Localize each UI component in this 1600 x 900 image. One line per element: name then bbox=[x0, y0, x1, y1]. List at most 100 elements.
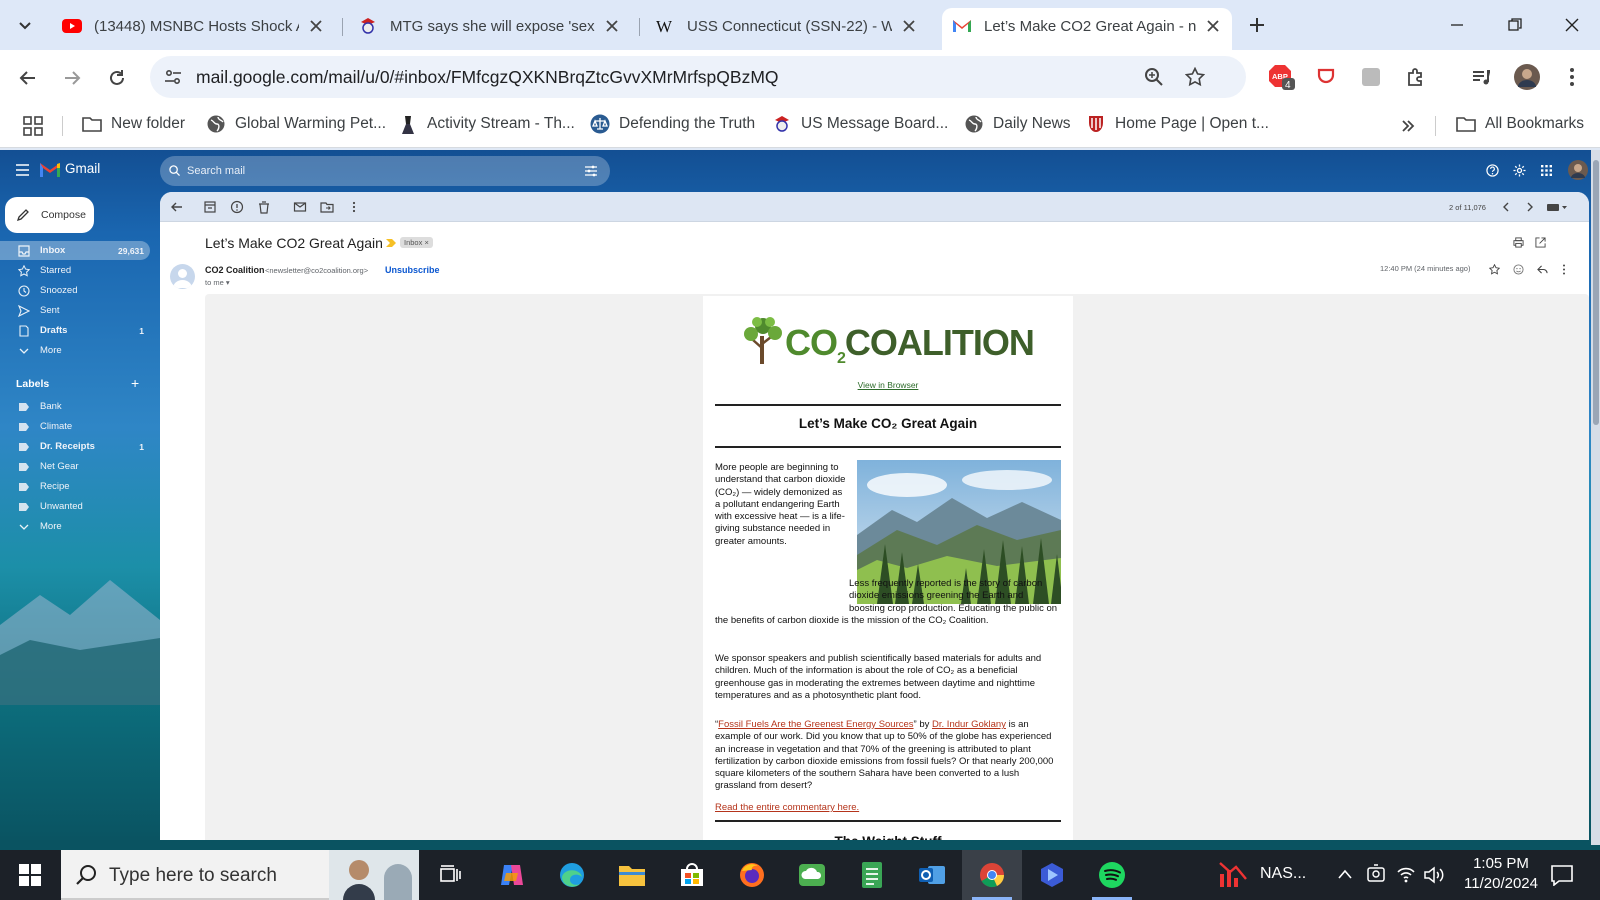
search-mail-input[interactable]: Search mail bbox=[160, 156, 610, 186]
bookmark-activity-stream[interactable]: Activity Stream - Th... bbox=[398, 114, 575, 134]
label-dr-receipts[interactable]: Dr. Receipts 1 bbox=[0, 437, 150, 456]
tab-search-button[interactable] bbox=[10, 10, 40, 40]
reply-icon[interactable] bbox=[1537, 264, 1548, 275]
label-climate[interactable]: Climate bbox=[0, 417, 150, 436]
wifi-icon[interactable] bbox=[1396, 865, 1416, 883]
taskbar-outlook[interactable] bbox=[902, 850, 962, 900]
taskbar-notes-app[interactable] bbox=[842, 850, 902, 900]
media-control-button[interactable] bbox=[1466, 62, 1496, 92]
browser-menu-button[interactable] bbox=[1557, 62, 1587, 92]
archive-icon[interactable] bbox=[203, 200, 217, 214]
bookmark-us-message-board[interactable]: US Message Board... bbox=[772, 114, 948, 134]
nav-more[interactable]: More bbox=[0, 341, 150, 360]
bookmark-global-warming[interactable]: Global Warming Pet... bbox=[206, 114, 386, 134]
notifications-icon[interactable] bbox=[1550, 864, 1574, 886]
delete-icon[interactable] bbox=[257, 200, 271, 214]
taskbar-stock-widget[interactable]: NAS... bbox=[1218, 860, 1306, 888]
bookmark-star-icon[interactable] bbox=[1185, 67, 1205, 87]
task-view-button[interactable] bbox=[420, 850, 480, 900]
profile-avatar[interactable] bbox=[1512, 62, 1542, 92]
hamburger-menu-icon[interactable] bbox=[16, 164, 29, 176]
print-icon[interactable] bbox=[1513, 237, 1524, 248]
nav-starred[interactable]: Starred bbox=[0, 261, 150, 280]
adblock-extension[interactable]: ABP 4 bbox=[1266, 62, 1296, 92]
read-commentary-link[interactable]: Read the entire commentary here. bbox=[715, 802, 859, 814]
extensions-button[interactable] bbox=[1401, 62, 1431, 92]
site-settings-icon[interactable] bbox=[164, 68, 182, 86]
unsubscribe-link[interactable]: Unsubscribe bbox=[385, 265, 440, 275]
taskbar-blue-app[interactable] bbox=[1022, 850, 1082, 900]
label-unwanted[interactable]: Unwanted bbox=[0, 497, 150, 516]
close-icon[interactable] bbox=[307, 17, 325, 35]
taskbar-copilot[interactable] bbox=[482, 850, 542, 900]
nav-drafts[interactable]: Drafts 1 bbox=[0, 321, 150, 340]
new-tab-button[interactable] bbox=[1242, 10, 1272, 40]
reload-button[interactable] bbox=[101, 62, 133, 94]
settings-gear-icon[interactable] bbox=[1513, 164, 1526, 177]
start-button[interactable] bbox=[0, 850, 60, 900]
emoji-react-icon[interactable] bbox=[1513, 264, 1524, 275]
restore-button[interactable] bbox=[1500, 10, 1530, 40]
report-spam-icon[interactable] bbox=[230, 200, 244, 214]
back-arrow-icon[interactable] bbox=[170, 200, 184, 214]
more-vertical-icon[interactable] bbox=[347, 200, 361, 214]
chevron-double-right-icon[interactable] bbox=[1400, 118, 1416, 134]
star-icon[interactable] bbox=[1489, 264, 1500, 275]
gray-extension[interactable] bbox=[1356, 62, 1386, 92]
labels-more[interactable]: More bbox=[0, 517, 150, 536]
inbox-label-chip[interactable]: Inbox × bbox=[400, 237, 433, 248]
apps-grid-icon[interactable] bbox=[23, 116, 43, 136]
add-label-button[interactable]: + bbox=[131, 375, 139, 391]
all-bookmarks-button[interactable]: All Bookmarks bbox=[1456, 114, 1584, 134]
close-icon[interactable] bbox=[900, 17, 918, 35]
volume-icon[interactable] bbox=[1424, 866, 1446, 884]
avatar[interactable] bbox=[1568, 160, 1588, 180]
label-net-gear[interactable]: Net Gear bbox=[0, 457, 150, 476]
taskbar-firefox[interactable] bbox=[722, 850, 782, 900]
taskbar-store[interactable] bbox=[662, 850, 722, 900]
more-vertical-icon[interactable] bbox=[1562, 264, 1566, 275]
close-window-button[interactable] bbox=[1557, 10, 1587, 40]
address-bar[interactable]: mail.google.com/mail/u/0/#inbox/FMfcgzQX… bbox=[150, 56, 1246, 98]
tab-gmail-active[interactable]: Let’s Make CO2 Great Again - n bbox=[942, 8, 1232, 50]
label-recipe[interactable]: Recipe bbox=[0, 477, 150, 496]
tab-wikipedia[interactable]: W USS Connecticut (SSN-22) - Wik bbox=[645, 8, 928, 44]
recipient-dropdown[interactable]: to me ▾ bbox=[205, 278, 230, 287]
label-bank[interactable]: Bank bbox=[0, 397, 150, 416]
taskbar-edge[interactable] bbox=[542, 850, 602, 900]
bookmark-new-folder[interactable]: New folder bbox=[82, 114, 185, 134]
chevron-up-icon[interactable] bbox=[1337, 868, 1353, 880]
mark-unread-icon[interactable] bbox=[293, 200, 307, 214]
taskbar-clock[interactable]: 1:05 PM 11/20/2024 bbox=[1456, 855, 1546, 892]
important-marker-icon[interactable] bbox=[386, 238, 396, 248]
zoom-icon[interactable] bbox=[1144, 67, 1164, 87]
help-icon[interactable] bbox=[1486, 164, 1499, 177]
nav-sent[interactable]: Sent bbox=[0, 301, 150, 320]
close-icon[interactable] bbox=[603, 17, 621, 35]
taskbar-green-app[interactable] bbox=[782, 850, 842, 900]
author-link[interactable]: Dr. Indur Goklany bbox=[932, 719, 1006, 730]
bookmark-daily-news[interactable]: Daily News bbox=[964, 114, 1071, 134]
taskbar-chrome[interactable] bbox=[962, 850, 1022, 900]
nav-inbox[interactable]: Inbox 29,631 bbox=[0, 241, 150, 260]
fossil-fuels-article-link[interactable]: Fossil Fuels Are the Greenest Energy Sou… bbox=[718, 719, 913, 730]
taskbar-file-explorer[interactable] bbox=[602, 850, 662, 900]
back-button[interactable] bbox=[12, 62, 44, 94]
close-icon[interactable] bbox=[1204, 17, 1222, 35]
shield-extension[interactable] bbox=[1311, 62, 1341, 92]
taskbar-search-box[interactable]: Type here to search bbox=[61, 850, 419, 900]
view-in-browser-link[interactable]: View in Browser bbox=[703, 380, 1073, 390]
open-new-window-icon[interactable] bbox=[1535, 237, 1546, 248]
meet-now-icon[interactable] bbox=[1367, 864, 1385, 884]
google-apps-icon[interactable] bbox=[1541, 165, 1552, 176]
bookmark-defending-truth[interactable]: Defending the Truth bbox=[590, 114, 755, 134]
chevron-left-icon[interactable] bbox=[1499, 200, 1513, 214]
tab-mtg[interactable]: MTG says she will expose 'sexua bbox=[348, 8, 631, 44]
page-scrollbar-thumb[interactable] bbox=[1593, 160, 1599, 425]
search-options-icon[interactable] bbox=[585, 165, 597, 177]
input-tools-icon[interactable] bbox=[1546, 200, 1568, 214]
move-to-icon[interactable] bbox=[320, 200, 334, 214]
forward-button[interactable] bbox=[56, 62, 88, 94]
bookmark-home-page[interactable]: Home Page | Open t... bbox=[1086, 114, 1269, 134]
nav-snoozed[interactable]: Snoozed bbox=[0, 281, 150, 300]
